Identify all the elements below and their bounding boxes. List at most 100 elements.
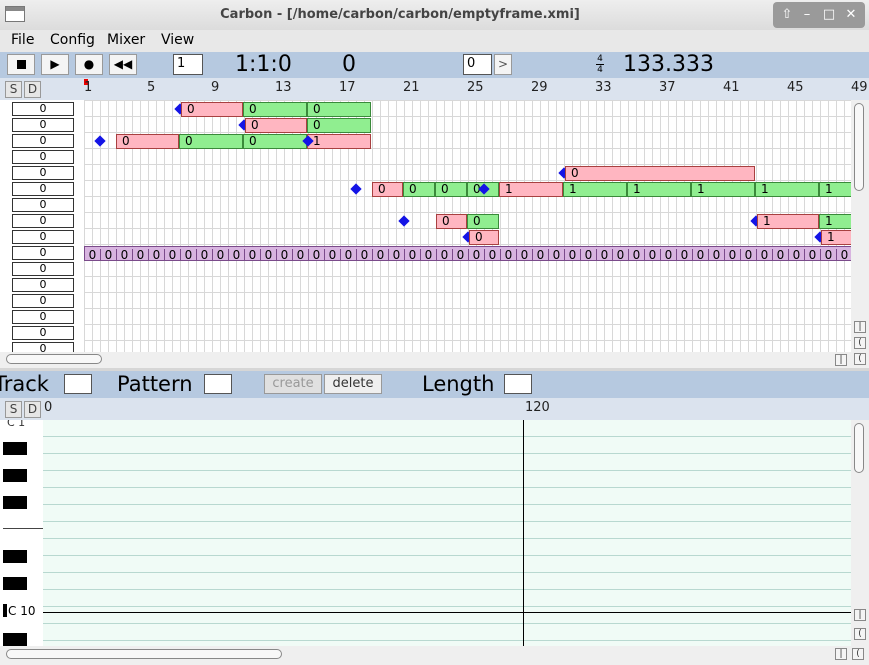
pattern-block[interactable]: 1 bbox=[755, 182, 819, 197]
pattern-block[interactable]: 0 bbox=[435, 182, 467, 197]
menu-config[interactable]: Config bbox=[50, 32, 95, 48]
track-instrument-input[interactable]: 0 bbox=[12, 118, 74, 132]
pattern-cell[interactable]: 0 bbox=[341, 249, 357, 260]
pattern-block[interactable]: 1 bbox=[563, 182, 627, 197]
pattern-cell[interactable]: 0 bbox=[165, 249, 181, 260]
pattern-input[interactable] bbox=[204, 374, 232, 394]
piano-keyboard[interactable]: C 1 C 10 bbox=[3, 420, 44, 646]
pattern-block[interactable]: 0 bbox=[179, 134, 243, 149]
pattern-block[interactable]: 0 bbox=[467, 214, 499, 229]
note-grid[interactable] bbox=[43, 420, 851, 646]
record-button[interactable]: ● bbox=[75, 54, 103, 75]
pattern-cell[interactable]: 0 bbox=[437, 249, 453, 260]
next-pattern-button[interactable]: > bbox=[494, 54, 512, 75]
track-instrument-input[interactable]: 0 bbox=[12, 214, 74, 228]
menu-view[interactable]: View bbox=[161, 32, 194, 48]
pattern-block[interactable]: 1 bbox=[819, 214, 851, 229]
black-key[interactable] bbox=[3, 633, 27, 646]
pattern-block[interactable]: 1 bbox=[691, 182, 755, 197]
song-ruler[interactable]: S D 1 5 9 13 17 21 25 29 33 37 41 45 49 bbox=[0, 78, 869, 100]
menu-mixer[interactable]: Mixer bbox=[107, 32, 145, 48]
track-instrument-input[interactable]: 0 bbox=[12, 262, 74, 276]
scroll-thumb[interactable] bbox=[6, 354, 102, 364]
song-editor[interactable]: 0 0 0 0 0 0 0 0 0 0 0 0 0 0 0 0 0 0 0 0 … bbox=[0, 100, 851, 352]
pattern-cell[interactable]: 0 bbox=[181, 249, 197, 260]
pattern-block[interactable]: 0 bbox=[436, 214, 467, 229]
pattern-cell[interactable]: 0 bbox=[197, 249, 213, 260]
pattern-cell[interactable]: 0 bbox=[693, 249, 709, 260]
track-instrument-input[interactable]: 0 bbox=[12, 230, 74, 244]
pattern-cell[interactable]: 0 bbox=[501, 249, 517, 260]
menu-file[interactable]: File bbox=[11, 32, 34, 48]
piano-horizontal-scrollbar[interactable]: | ( bbox=[0, 646, 869, 665]
pattern-cell[interactable]: 0 bbox=[453, 249, 469, 260]
scroll-zoom-icon[interactable]: ( bbox=[854, 353, 866, 365]
pattern-cell[interactable]: 0 bbox=[213, 249, 229, 260]
track-instrument-input[interactable]: 0 bbox=[12, 246, 74, 260]
pattern-block[interactable]: 0 bbox=[243, 134, 307, 149]
pattern-cell[interactable]: 0 bbox=[101, 249, 117, 260]
maximize-icon[interactable]: □ bbox=[819, 5, 839, 25]
delete-button[interactable]: delete bbox=[324, 374, 382, 394]
pattern-cell[interactable]: 0 bbox=[837, 249, 851, 261]
pattern-cell[interactable]: 0 bbox=[261, 249, 277, 260]
create-button[interactable]: create bbox=[264, 374, 322, 394]
pattern-cell[interactable]: 0 bbox=[229, 249, 245, 260]
track-input[interactable] bbox=[64, 374, 92, 394]
scroll-zoom-icon[interactable]: | bbox=[835, 354, 847, 366]
pattern-block[interactable]: 1 bbox=[627, 182, 691, 197]
pattern-cell[interactable]: 0 bbox=[149, 249, 165, 260]
scroll-zoom-icon[interactable]: ( bbox=[854, 337, 866, 349]
pattern-block[interactable]: 0 bbox=[181, 102, 243, 117]
solo-toggle[interactable]: S bbox=[5, 81, 22, 98]
pattern-block[interactable]: 0 bbox=[403, 182, 435, 197]
piano-roll[interactable]: C 1 C 10 bbox=[0, 420, 851, 646]
pattern-cell[interactable]: 0 bbox=[517, 249, 533, 260]
track-instrument-input[interactable]: 0 bbox=[12, 342, 74, 352]
keep-above-icon[interactable]: ⇧ bbox=[777, 5, 797, 25]
track-instrument-input[interactable]: 0 bbox=[12, 198, 74, 212]
pattern-block[interactable]: 0 bbox=[372, 182, 403, 197]
pattern-cell[interactable]: 0 bbox=[549, 249, 565, 260]
step-input[interactable]: 1 bbox=[173, 54, 203, 75]
track-instrument-input[interactable]: 0 bbox=[12, 150, 74, 164]
rewind-button[interactable]: ◀◀ bbox=[109, 54, 137, 75]
pattern-cell[interactable]: 0 bbox=[805, 249, 821, 260]
pattern-cell[interactable]: 0 bbox=[581, 249, 597, 260]
scroll-zoom-icon[interactable]: | bbox=[835, 648, 847, 660]
pattern-block[interactable]: 0 bbox=[307, 102, 371, 117]
black-key[interactable] bbox=[3, 469, 27, 482]
black-key[interactable] bbox=[3, 442, 27, 455]
pattern-cell[interactable]: 0 bbox=[645, 249, 661, 260]
pattern-cell[interactable]: 0 bbox=[629, 249, 645, 260]
track-instrument-input[interactable]: 0 bbox=[12, 278, 74, 292]
pattern-block[interactable]: 0 bbox=[245, 118, 307, 133]
pattern-cell[interactable]: 0 bbox=[789, 249, 805, 260]
stop-button[interactable] bbox=[7, 54, 35, 75]
pattern-cell[interactable]: 0 bbox=[245, 249, 261, 260]
pattern-block[interactable]: 0 bbox=[307, 118, 371, 133]
song-vertical-scrollbar[interactable]: | ( ( bbox=[851, 100, 869, 368]
pattern-cell[interactable]: 0 bbox=[821, 249, 837, 260]
track-instrument-input[interactable]: 0 bbox=[12, 326, 74, 340]
pattern-cell[interactable]: 0 bbox=[389, 249, 405, 260]
scroll-zoom-icon[interactable]: | bbox=[854, 321, 866, 333]
pattern-cell[interactable]: 0 bbox=[373, 249, 389, 260]
pattern-cell[interactable]: 0 bbox=[597, 249, 613, 260]
black-key[interactable] bbox=[3, 577, 27, 590]
piano-drum-toggle[interactable]: D bbox=[24, 401, 41, 418]
pattern-cell[interactable]: 0 bbox=[741, 249, 757, 260]
pattern-cell[interactable]: 0 bbox=[421, 249, 437, 260]
pattern-block[interactable]: 1 bbox=[821, 230, 851, 245]
scroll-zoom-icon[interactable]: | bbox=[854, 609, 866, 621]
track-instrument-input[interactable]: 0 bbox=[12, 102, 74, 116]
pattern-cell[interactable]: 0 bbox=[309, 249, 325, 260]
pattern-cell[interactable]: 0 bbox=[469, 249, 485, 260]
pattern-cell[interactable]: 0 bbox=[277, 249, 293, 260]
pattern-block[interactable]: 0 bbox=[469, 230, 499, 245]
pattern-cell[interactable]: 0 bbox=[293, 249, 309, 260]
pattern-cell[interactable]: 0 bbox=[533, 249, 549, 260]
song-horizontal-scrollbar[interactable]: | bbox=[0, 352, 851, 368]
pattern-cell[interactable]: 0 bbox=[117, 249, 133, 260]
pattern-cell[interactable]: 0 bbox=[725, 249, 741, 260]
